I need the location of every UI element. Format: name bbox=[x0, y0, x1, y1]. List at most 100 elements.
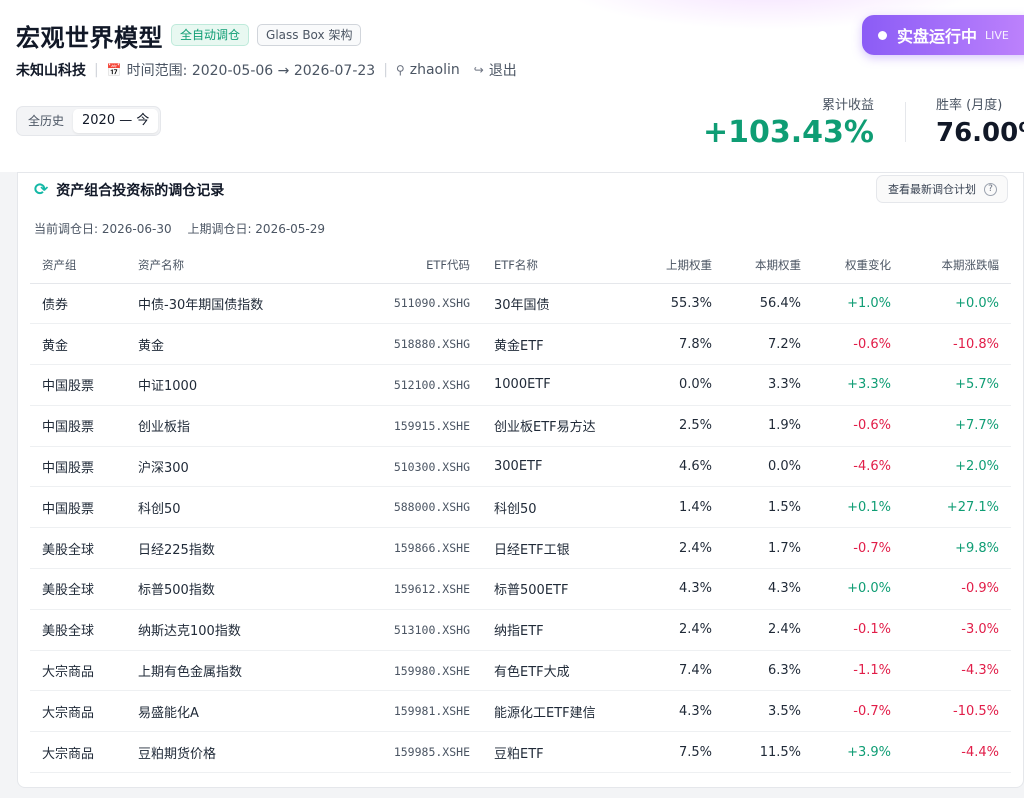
cell-code: 159612.XSHE bbox=[316, 568, 482, 610]
cell-group: 债券 bbox=[30, 283, 126, 325]
table-row: 中国股票 科创50 588000.XSHG 科创50 1.4% 1.5% +0.1% +27.… bbox=[30, 486, 1011, 529]
cell-code: 511090.XSHG bbox=[316, 283, 482, 325]
cell-group: 大宗商品 bbox=[30, 650, 126, 692]
cell-ret: -0.9% bbox=[903, 568, 1011, 610]
glass-box-tag: Glass Box 架构 bbox=[257, 24, 362, 46]
logout-link[interactable]: ↪ 退出 bbox=[474, 60, 517, 80]
cell-curr: 7.2% bbox=[724, 323, 813, 366]
cell-prev: 7.4% bbox=[636, 650, 724, 692]
cell-curr: 2.4% bbox=[724, 609, 813, 651]
card-header: ⟳ 资产组合投资标的调仓记录 bbox=[34, 179, 224, 201]
table-row: 美股全球 纳斯达克100指数 513100.XSHG 纳指ETF 2.4% 2.4% -0.… bbox=[30, 609, 1011, 651]
cell-group: 中国股票 bbox=[30, 446, 126, 488]
table-row: 中国股票 中证1000 512100.XSHG 1000ETF 0.0% 3.3% +3.3… bbox=[30, 364, 1011, 406]
help-icon: ? bbox=[984, 182, 997, 196]
previous-rebalance-date: 上期调仓日: 2026-05-29 bbox=[187, 222, 326, 236]
range-selector: 全历史 2020 — 今 bbox=[16, 106, 162, 136]
cell-code: 518880.XSHG bbox=[316, 323, 482, 366]
cell-asset: 沪深300 bbox=[126, 446, 316, 488]
cell-group: 中国股票 bbox=[30, 364, 126, 406]
col-period-return: 本期涨跌幅 bbox=[903, 247, 1011, 284]
range-option-all[interactable]: 全历史 bbox=[19, 109, 73, 133]
range-option-2020[interactable]: 2020 — 今 bbox=[73, 109, 159, 133]
cell-ret: -4.4% bbox=[903, 731, 1011, 774]
cell-prev: 4.3% bbox=[636, 690, 724, 733]
logout-icon: ↪ bbox=[473, 63, 484, 77]
cell-change: -0.7% bbox=[813, 527, 903, 570]
plan-button-label: 查看最新调仓计划 bbox=[888, 183, 976, 196]
cell-prev: 4.3% bbox=[636, 568, 724, 610]
cell-code: 159985.XSHE bbox=[316, 731, 482, 774]
cell-etf: 科创50 bbox=[482, 486, 636, 529]
stat-value: +103.43% bbox=[703, 115, 874, 150]
page-header: 宏观世界模型 全自动调仓 Glass Box 架构 实盘运行中 LIVE 未知山… bbox=[0, 0, 1024, 172]
cell-prev: 2.5% bbox=[636, 405, 724, 447]
cell-ret: +2.0% bbox=[903, 446, 1011, 488]
cell-prev: 0.0% bbox=[636, 364, 724, 406]
cell-change: +0.1% bbox=[813, 486, 903, 529]
cell-change: +3.3% bbox=[813, 364, 903, 406]
col-group: 资产组 bbox=[30, 247, 126, 284]
cell-curr: 3.3% bbox=[724, 364, 813, 406]
cell-etf: 黄金ETF bbox=[482, 323, 636, 366]
cell-ret: +7.7% bbox=[903, 405, 1011, 447]
cell-etf: 能源化工ETF建信 bbox=[482, 690, 636, 733]
divider: | bbox=[383, 62, 388, 78]
cell-change: -0.7% bbox=[813, 690, 903, 733]
cell-ret: +5.7% bbox=[903, 364, 1011, 406]
table-body: 债券 中债-30年期国债指数 511090.XSHG 30年国债 55.3% 56.4% +… bbox=[30, 283, 1011, 774]
stat-value: 76.00% bbox=[936, 118, 1024, 148]
cell-prev: 1.4% bbox=[636, 486, 724, 529]
divider: | bbox=[94, 62, 99, 78]
cell-asset: 科创50 bbox=[126, 486, 316, 529]
cell-curr: 11.5% bbox=[724, 731, 813, 774]
time-range: 时间范围: 2020-05-06 → 2026-07-23 bbox=[126, 63, 376, 79]
cell-ret: +0.0% bbox=[903, 283, 1011, 325]
cell-group: 美股全球 bbox=[30, 527, 126, 570]
table-row: 债券 中债-30年期国债指数 511090.XSHG 30年国债 55.3% 56.4% +… bbox=[30, 283, 1011, 325]
cell-group: 美股全球 bbox=[30, 568, 126, 610]
cell-code: 588000.XSHG bbox=[316, 486, 482, 529]
view-latest-plan-button[interactable]: 查看最新调仓计划 ? bbox=[876, 175, 1008, 203]
cell-prev: 7.5% bbox=[636, 731, 724, 774]
table-row: 黄金 黄金 518880.XSHG 黄金ETF 7.8% 7.2% -0.6% -10.8% bbox=[30, 323, 1011, 366]
cell-change: -0.1% bbox=[813, 609, 903, 651]
cell-etf: 纳指ETF bbox=[482, 609, 636, 651]
cell-code: 159981.XSHE bbox=[316, 690, 482, 733]
table-row: 中国股票 创业板指 159915.XSHE 创业板ETF易方达 2.5% 1.9% -0.6… bbox=[30, 405, 1011, 447]
cell-curr: 1.9% bbox=[724, 405, 813, 447]
cell-etf: 有色ETF大成 bbox=[482, 650, 636, 692]
cell-change: -4.6% bbox=[813, 446, 903, 488]
cell-asset: 标普500指数 bbox=[126, 568, 316, 610]
cell-asset: 豆粕期货价格 bbox=[126, 731, 316, 774]
table-row: 美股全球 日经225指数 159866.XSHE 日经ETF工银 2.4% 1.7% -0.… bbox=[30, 527, 1011, 570]
live-dot-icon bbox=[878, 30, 887, 40]
cell-change: +1.0% bbox=[813, 283, 903, 325]
card-title: 资产组合投资标的调仓记录 bbox=[56, 183, 225, 199]
cell-change: +0.0% bbox=[813, 568, 903, 610]
cell-asset: 创业板指 bbox=[126, 405, 316, 447]
rebalance-dates: 当前调仓日: 2026-06-30 上期调仓日: 2026-05-29 bbox=[34, 220, 337, 237]
stat-label: 胜率 (月度) bbox=[936, 98, 1003, 113]
cell-code: 510300.XSHG bbox=[316, 446, 482, 488]
cell-asset: 上期有色金属指数 bbox=[126, 650, 316, 692]
cell-prev: 2.4% bbox=[636, 527, 724, 570]
cell-code: 159866.XSHE bbox=[316, 527, 482, 570]
cell-curr: 3.5% bbox=[724, 690, 813, 733]
page-title: 宏观世界模型 bbox=[16, 23, 163, 52]
win-rate-stat: 胜率 (月度) 76.00% bbox=[936, 94, 1024, 148]
cell-prev: 55.3% bbox=[636, 283, 724, 325]
cell-change: -0.6% bbox=[813, 323, 903, 366]
calendar-icon: 📅 bbox=[106, 63, 122, 77]
cell-change: -1.1% bbox=[813, 650, 903, 692]
cell-asset: 日经225指数 bbox=[126, 527, 316, 570]
live-status-button[interactable]: 实盘运行中 LIVE bbox=[862, 15, 1024, 55]
cell-etf: 豆粕ETF bbox=[482, 731, 636, 774]
table-row: 大宗商品 豆粕期货价格 159985.XSHE 豆粕ETF 7.5% 11.5% +3.9%… bbox=[30, 731, 1011, 774]
table-row: 大宗商品 易盛能化A 159981.XSHE 能源化工ETF建信 4.3% 3.5% -0.… bbox=[30, 690, 1011, 733]
table-header-row: 资产组 资产名称 ETF代码 ETF名称 上期权重 本期权重 权重变化 本期涨跌… bbox=[30, 247, 1011, 284]
cell-curr: 1.7% bbox=[724, 527, 813, 570]
cell-curr: 4.3% bbox=[724, 568, 813, 610]
cell-change: -0.6% bbox=[813, 405, 903, 447]
table-row: 中国股票 沪深300 510300.XSHG 300ETF 4.6% 0.0% -4.6% +… bbox=[30, 446, 1011, 488]
